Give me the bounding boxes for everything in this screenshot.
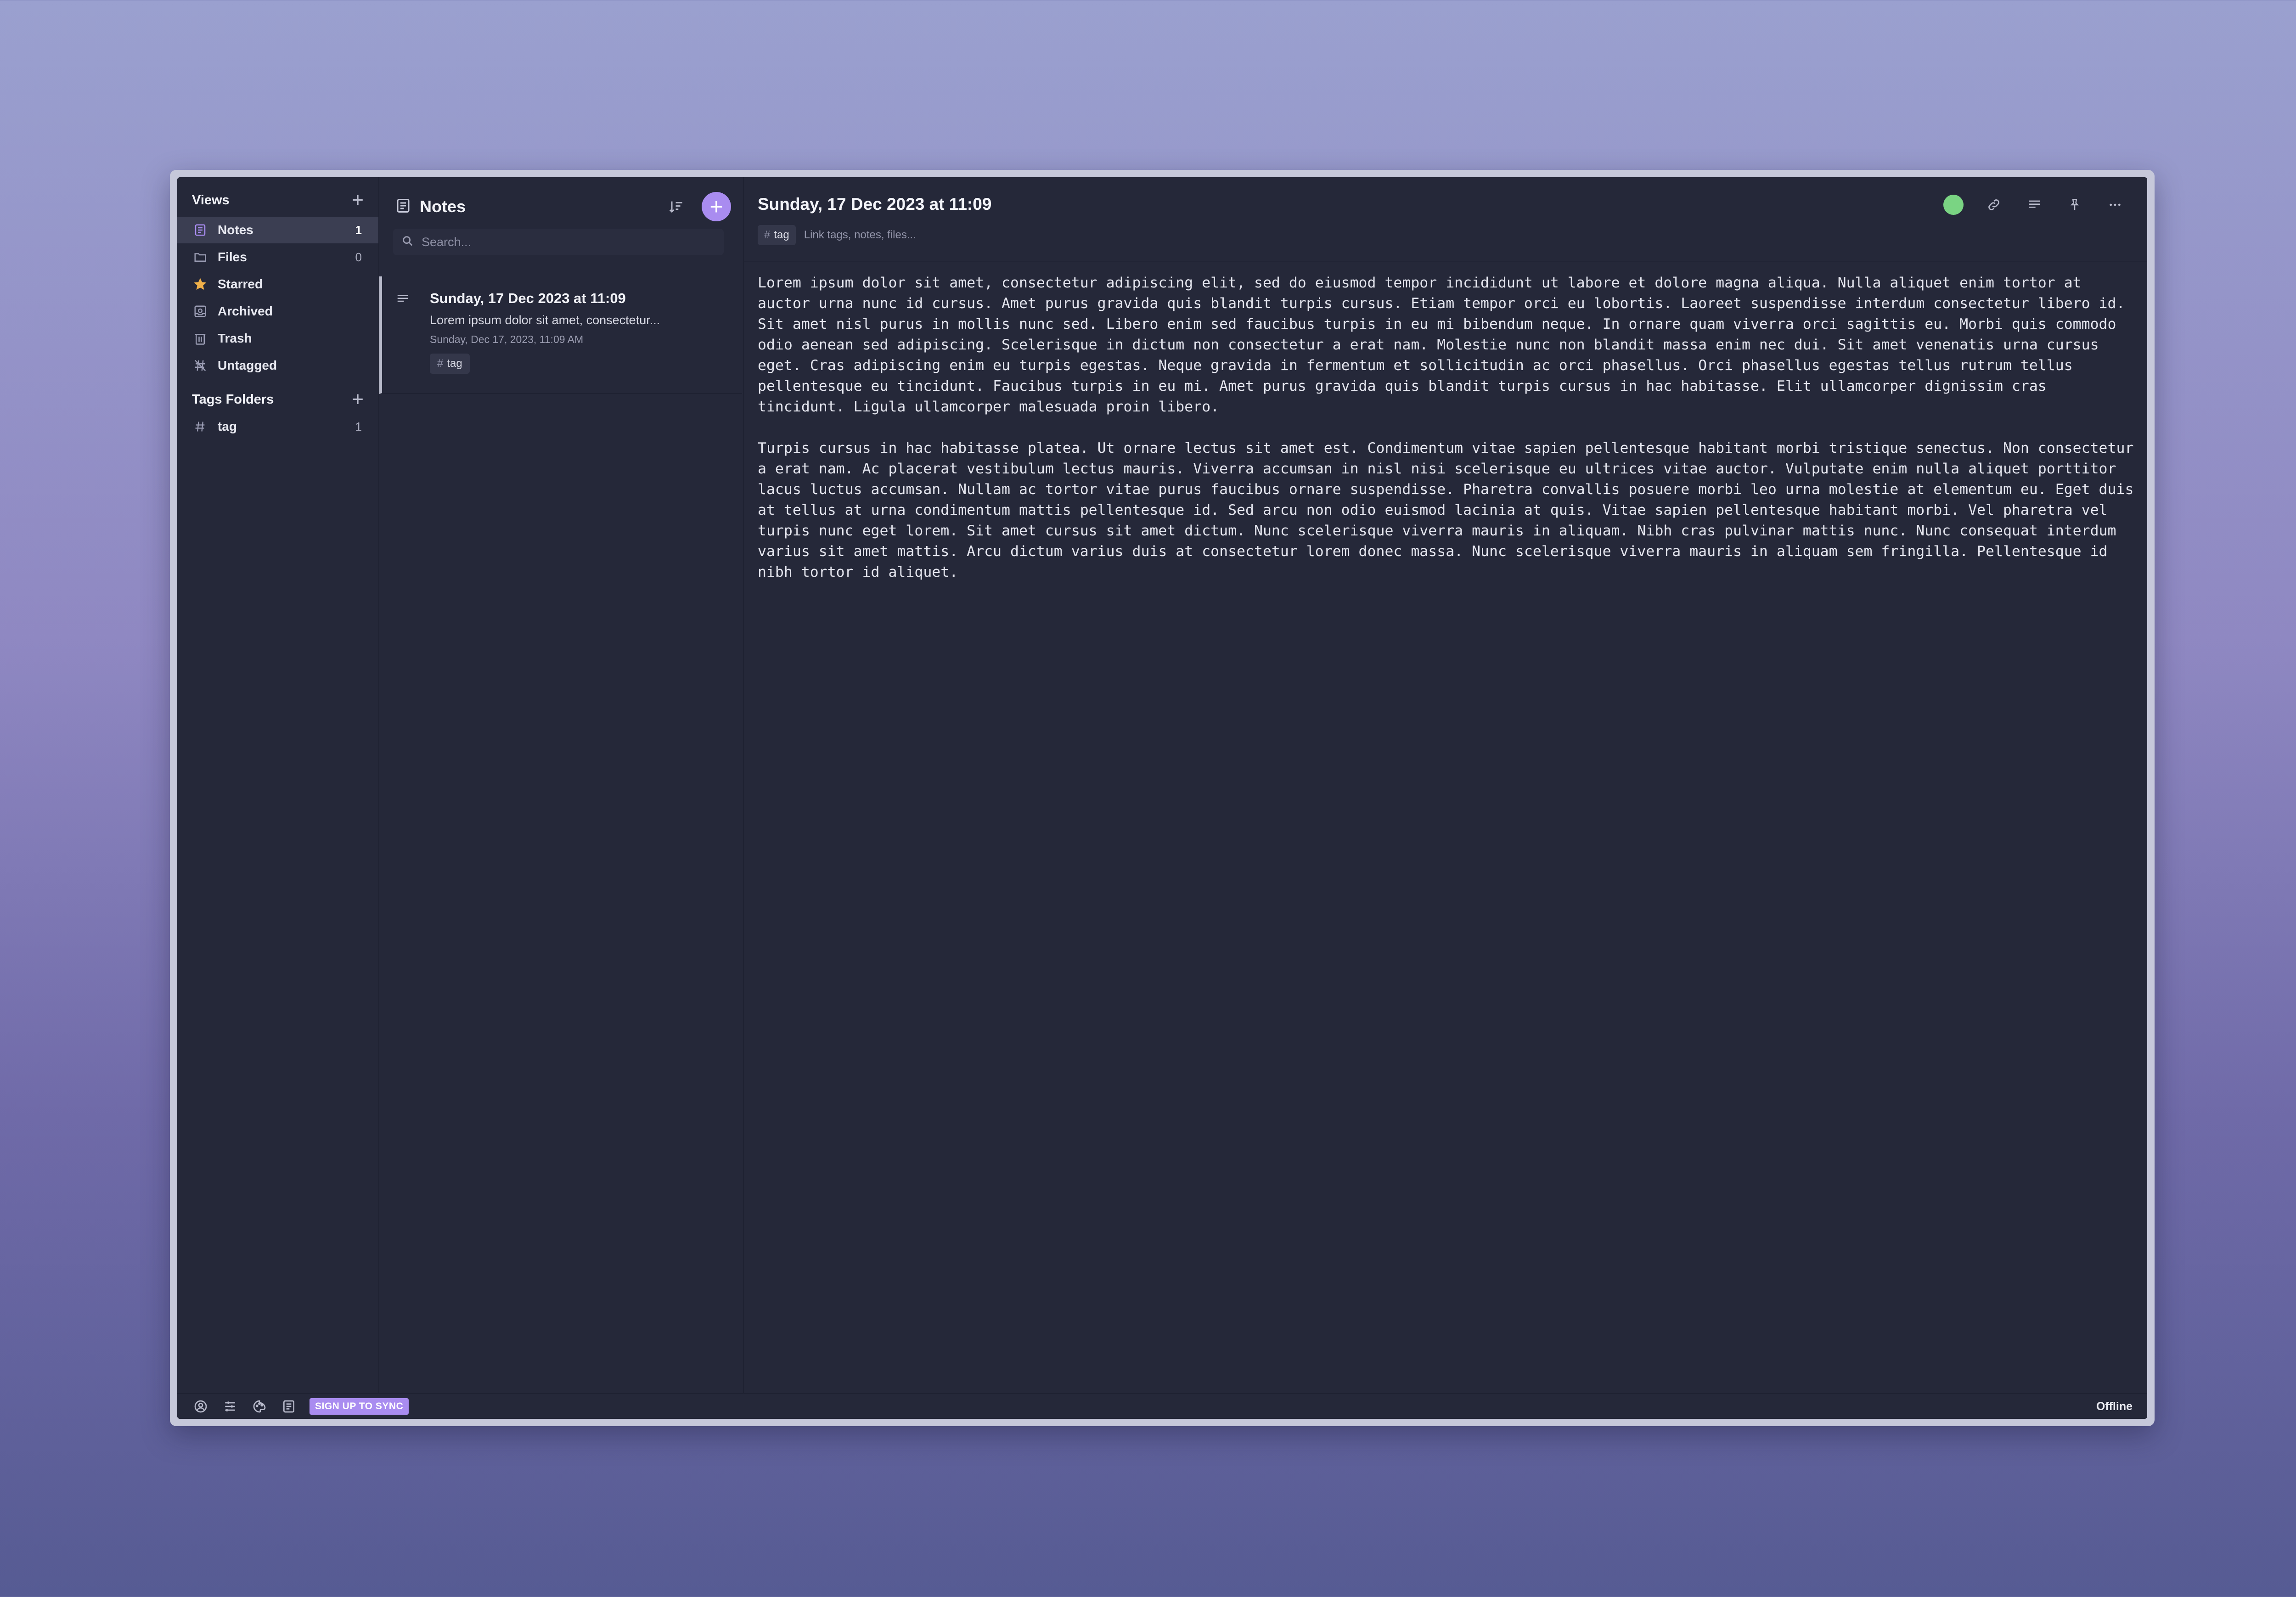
sidebar-item-untagged[interactable]: Untagged xyxy=(177,352,378,379)
footer-bar: SIGN UP TO SYNC Offline xyxy=(177,1393,2147,1419)
sidebar-item-archived[interactable]: Archived xyxy=(177,298,378,325)
sidebar-item-count: 0 xyxy=(355,250,362,264)
note-editor-title[interactable]: Sunday, 17 Dec 2023 at 11:09 xyxy=(758,195,991,214)
sort-icon xyxy=(669,201,682,213)
more-options-button[interactable] xyxy=(2105,195,2125,215)
more-icon xyxy=(2110,203,2121,206)
search-input[interactable] xyxy=(421,234,707,250)
sidebar-item-count: 1 xyxy=(355,419,362,433)
hash-icon xyxy=(192,418,208,435)
sidebar-item-trash[interactable]: Trash xyxy=(177,325,378,352)
star-icon xyxy=(192,276,208,292)
app-container: Views + Notes 1 Files 0 Starred Archived… xyxy=(177,177,2147,1419)
note-paragraph: Lorem ipsum dolor sit amet, consectetur … xyxy=(758,275,2125,415)
editor-tag-label: tag xyxy=(774,229,789,241)
app-window: Views + Notes 1 Files 0 Starred Archived… xyxy=(170,170,2155,1426)
sidebar-item-label: Trash xyxy=(218,331,252,345)
pin-icon xyxy=(2070,199,2079,210)
account-icon xyxy=(194,1400,207,1413)
sidebar-item-files[interactable]: Files 0 xyxy=(177,244,378,270)
editor-tag-chip[interactable]: # tag xyxy=(758,225,796,245)
note-editor: Sunday, 17 Dec 2023 at 11:09 # tag Link … xyxy=(744,177,2147,1393)
connection-status: Offline xyxy=(2096,1400,2133,1413)
account-button[interactable] xyxy=(192,1398,209,1415)
sort-button[interactable] xyxy=(665,195,688,218)
sidebar-item-starred[interactable]: Starred xyxy=(177,271,378,298)
sliders-icon xyxy=(225,1401,235,1411)
link-icon xyxy=(1988,199,1999,210)
notes-list-header: Notes + xyxy=(395,191,731,222)
note-text-icon xyxy=(396,292,410,308)
search-box xyxy=(393,229,724,255)
link-tags-input[interactable] xyxy=(803,228,1126,242)
text-lines-icon xyxy=(2029,200,2040,208)
note-date: Sunday, Dec 17, 2023, 11:09 AM xyxy=(430,333,584,345)
tags-header: Tags Folders + xyxy=(192,389,364,410)
sidebar-item-label: tag xyxy=(218,419,237,433)
search-icon xyxy=(401,235,414,250)
themes-button[interactable] xyxy=(251,1398,268,1415)
note-preview: Lorem ipsum dolor sit amet, consectetur.… xyxy=(430,313,660,327)
sync-status-indicator[interactable] xyxy=(1943,195,1964,215)
views-title: Views xyxy=(192,192,230,208)
sidebar-tag-item[interactable]: tag 1 xyxy=(177,413,378,440)
sidebar-item-label: Notes xyxy=(218,223,253,237)
notes-icon xyxy=(283,1400,294,1413)
editor-tag-bar: # tag xyxy=(758,225,1126,245)
sidebar-item-count: 1 xyxy=(355,223,362,237)
trash-icon xyxy=(192,330,208,347)
folder-icon xyxy=(192,249,208,265)
notes-list-panel: Notes + Sunday, 17 Dec 2023 at 11:09 Lor… xyxy=(379,177,744,1393)
sidebar: Views + Notes 1 Files 0 Starred Archived… xyxy=(177,177,379,1393)
sidebar-item-label: Files xyxy=(218,250,247,264)
tags-title: Tags Folders xyxy=(192,392,274,407)
link-button[interactable] xyxy=(1984,195,2004,215)
editor-toolbar xyxy=(1943,195,2125,215)
add-tag-button[interactable]: + xyxy=(352,389,364,410)
sidebar-item-label: Starred xyxy=(218,277,263,291)
note-paragraph: Turpis cursus in hac habitasse platea. U… xyxy=(758,440,2134,580)
note-list-item[interactable]: Sunday, 17 Dec 2023 at 11:09 Lorem ipsum… xyxy=(379,276,742,394)
add-view-button[interactable]: + xyxy=(352,190,364,210)
new-note-button[interactable]: + xyxy=(702,192,731,221)
notes-icon xyxy=(192,222,208,238)
palette-icon xyxy=(253,1400,266,1413)
pin-button[interactable] xyxy=(2065,195,2085,215)
notes-list-title: Notes xyxy=(420,197,466,216)
hash-icon: # xyxy=(764,229,771,241)
archive-icon xyxy=(192,303,208,320)
sidebar-item-label: Untagged xyxy=(218,358,277,372)
sidebar-item-notes[interactable]: Notes 1 xyxy=(177,217,378,243)
note-type-button[interactable] xyxy=(2024,195,2044,215)
notes-icon xyxy=(395,197,411,216)
preferences-button[interactable] xyxy=(221,1398,239,1415)
untagged-icon xyxy=(192,357,208,374)
sidebar-item-label: Archived xyxy=(218,304,273,318)
note-title: Sunday, 17 Dec 2023 at 11:09 xyxy=(430,290,626,306)
hash-icon: # xyxy=(437,357,444,370)
sign-up-to-sync-button[interactable]: SIGN UP TO SYNC xyxy=(310,1398,409,1415)
note-tag-label: tag xyxy=(447,357,462,370)
views-header: Views + xyxy=(192,190,364,210)
note-body[interactable]: Lorem ipsum dolor sit amet, consectetur … xyxy=(758,273,2140,603)
editor-divider xyxy=(744,261,2147,262)
note-tag-chip: # tag xyxy=(430,354,470,374)
notes-view-button[interactable] xyxy=(280,1398,298,1415)
